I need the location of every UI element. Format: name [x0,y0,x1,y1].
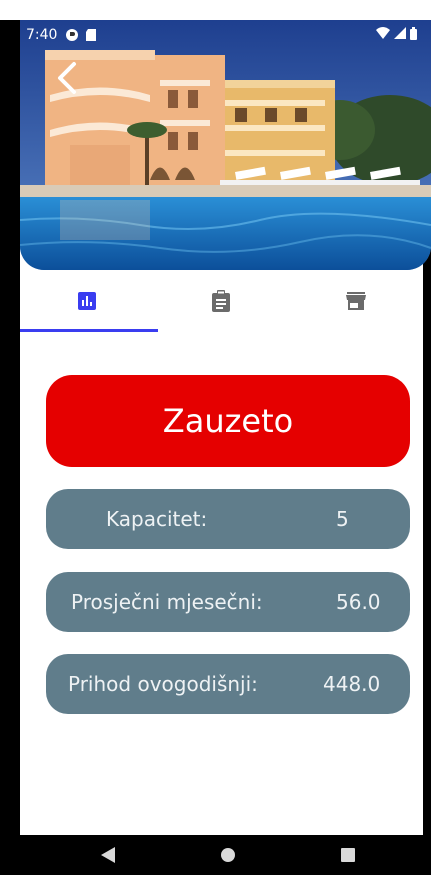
chevron-left-icon [58,62,76,94]
yearly-income-value: 448.0 [323,672,381,696]
left-bezel [0,20,20,835]
tab-store[interactable] [289,270,423,332]
recents-square-icon [341,848,355,862]
active-tab-indicator [20,329,158,332]
monthly-average-label: Prosječni mjesečni: [71,590,263,614]
nav-home-button[interactable] [218,845,238,865]
tab-bar [20,270,423,332]
back-button[interactable] [50,58,90,98]
bar-chart-icon [78,292,97,310]
status-time: 7:40 [26,27,58,43]
tab-statistics[interactable] [20,270,154,332]
signal-icon [394,27,406,43]
battery-icon [410,26,417,44]
nav-recents-button[interactable] [338,845,358,865]
status-bar: 7:40 [20,20,423,50]
system-navigation-bar [0,835,431,875]
back-triangle-icon [101,847,115,863]
wifi-icon [376,27,390,43]
data-saver-icon [65,28,79,42]
capacity-row: Kapacitet: 5 [46,489,410,549]
tab-details[interactable] [154,270,288,332]
home-circle-icon [221,848,235,862]
monthly-average-value: 56.0 [336,590,381,614]
nav-back-button[interactable] [98,845,118,865]
occupancy-status: Zauzeto [46,375,410,467]
monthly-average-row: Prosječni mjesečni: 56.0 [46,572,410,632]
sd-card-icon [85,28,97,42]
top-margin [0,0,431,20]
phone-screen: 7:40 Zauzeto Kapacitet: 5 Prosječni mjes… [0,0,431,875]
yearly-income-label: Prihod ovogodišnji: [68,672,258,696]
capacity-value: 5 [336,507,349,531]
yearly-income-row: Prihod ovogodišnji: 448.0 [46,654,410,714]
store-icon [345,292,366,310]
occupancy-status-label: Zauzeto [162,402,294,440]
clipboard-icon [212,290,231,312]
capacity-label: Kapacitet: [106,507,208,531]
